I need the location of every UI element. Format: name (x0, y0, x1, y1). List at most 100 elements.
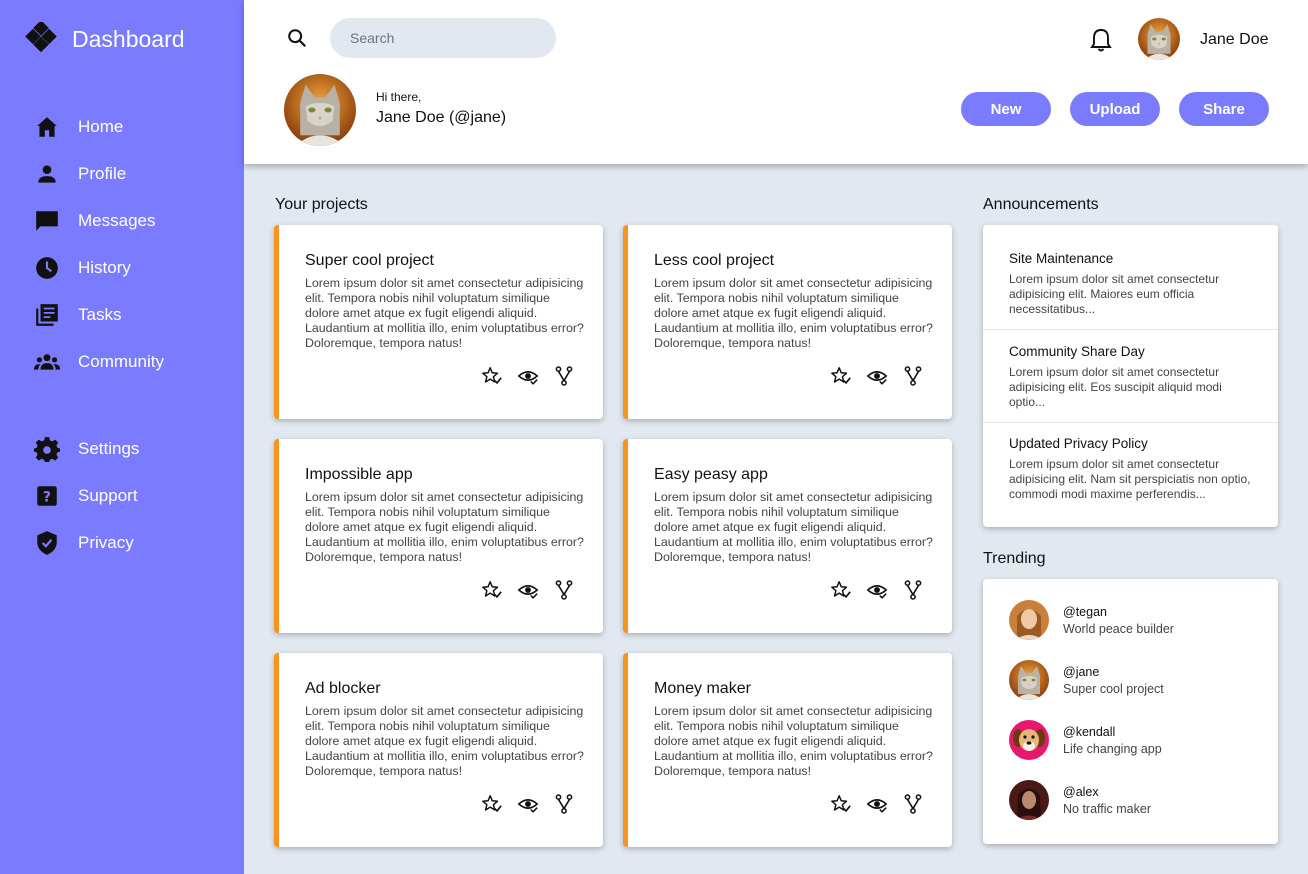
profile-name: Jane Doe (@jane) (376, 109, 507, 126)
fork-icon[interactable] (902, 365, 924, 387)
announcement-title: Community Share Day (1009, 344, 1145, 359)
star-check-icon[interactable] (481, 579, 503, 601)
avatar (1009, 720, 1049, 760)
trending-item[interactable]: @jane Super cool project (1009, 660, 1164, 700)
eye-check-icon[interactable] (866, 579, 888, 601)
fork-icon[interactable] (902, 793, 924, 815)
project-card[interactable]: Super cool project Lorem ipsum dolor sit… (274, 225, 603, 419)
announcement-item[interactable]: Community Share Day Lorem ipsum dolor si… (983, 344, 1278, 410)
announcement-title: Site Maintenance (1009, 251, 1114, 266)
avatar[interactable] (1138, 18, 1180, 60)
star-check-icon[interactable] (481, 365, 503, 387)
sidebar-item-label: Tasks (78, 305, 122, 324)
sidebar-item-support[interactable]: ? Support (34, 481, 138, 511)
search-input[interactable] (330, 18, 556, 58)
project-title: Impossible app (305, 466, 413, 483)
upload-button[interactable]: Upload (1070, 92, 1160, 126)
avatar (1009, 780, 1049, 820)
home-icon (37, 117, 57, 137)
greeting: Hi there, (376, 90, 422, 104)
sidebar-item-profile[interactable]: Profile (34, 159, 126, 189)
sidebar-item-tasks[interactable]: Tasks (34, 300, 121, 330)
eye-check-icon[interactable] (866, 793, 888, 815)
star-check-icon[interactable] (830, 579, 852, 601)
project-card[interactable]: Easy peasy app Lorem ipsum dolor sit ame… (623, 439, 952, 633)
trending-handle: @jane (1063, 664, 1100, 679)
sidebar-item-history[interactable]: History (34, 253, 131, 283)
fork-icon[interactable] (902, 579, 924, 601)
new-button[interactable]: New (961, 92, 1051, 126)
announcement-text: Lorem ipsum dolor sit amet consectetur a… (1009, 365, 1222, 409)
project-card[interactable]: Less cool project Lorem ipsum dolor sit … (623, 225, 952, 419)
project-card[interactable]: Money maker Lorem ipsum dolor sit amet c… (623, 653, 952, 847)
sidebar-item-label: Home (78, 117, 124, 136)
brand-title: Dashboard (72, 25, 185, 52)
eye-check-icon[interactable] (517, 579, 539, 601)
diamond-logo-icon (25, 22, 57, 53)
sidebar: Dashboard Home Profile Messages History … (0, 0, 244, 874)
sidebar-item-label: History (78, 258, 131, 277)
project-title: Super cool project (305, 252, 434, 269)
star-check-icon[interactable] (830, 365, 852, 387)
sidebar-item-label: Support (78, 486, 138, 505)
fork-icon[interactable] (553, 793, 575, 815)
project-title: Less cool project (654, 252, 775, 269)
trending-desc: Super cool project (1063, 681, 1164, 696)
sidebar-item-label: Messages (78, 211, 156, 230)
star-check-icon[interactable] (481, 793, 503, 815)
eye-check-icon[interactable] (866, 365, 888, 387)
group-icon (34, 354, 60, 370)
announcement-text: Lorem ipsum dolor sit amet consectetur a… (1009, 457, 1251, 501)
announcements-title: Announcements (983, 196, 1099, 213)
trending-desc: Life changing app (1063, 741, 1162, 756)
brand[interactable]: Dashboard (24, 22, 185, 56)
sidebar-item-settings[interactable]: Settings (34, 434, 139, 464)
announcement-item[interactable]: Updated Privacy Policy Lorem ipsum dolor… (983, 436, 1278, 502)
project-description: Lorem ipsum dolor sit amet consectetur a… (654, 276, 933, 350)
trending-desc: World peace builder (1063, 621, 1174, 636)
eye-check-icon[interactable] (517, 793, 539, 815)
sidebar-item-label: Settings (78, 439, 140, 458)
trending-item[interactable]: @tegan World peace builder (1009, 600, 1174, 640)
svg-text:?: ? (43, 489, 51, 505)
sidebar-item-privacy[interactable]: Privacy (34, 528, 134, 558)
project-card[interactable]: Ad blocker Lorem ipsum dolor sit amet co… (274, 653, 603, 847)
sidebar-item-messages[interactable]: Messages (34, 206, 155, 236)
sidebar-item-label: Community (78, 352, 164, 371)
sidebar-item-home[interactable]: Home (34, 112, 123, 142)
project-title: Easy peasy app (654, 466, 768, 483)
trending-item[interactable]: @alex No traffic maker (1009, 780, 1151, 820)
bell-icon[interactable] (1089, 27, 1113, 53)
divider (983, 422, 1278, 423)
trending-title: Trending (983, 550, 1046, 567)
shield-icon (37, 531, 57, 555)
share-button[interactable]: Share (1179, 92, 1269, 126)
eye-check-icon[interactable] (517, 365, 539, 387)
star-check-icon[interactable] (830, 793, 852, 815)
divider (983, 329, 1278, 330)
trending-item[interactable]: @kendall Life changing app (1009, 720, 1162, 760)
trending-handle: @alex (1063, 784, 1099, 799)
fork-icon[interactable] (553, 579, 575, 601)
project-card[interactable]: Impossible app Lorem ipsum dolor sit ame… (274, 439, 603, 633)
project-description: Lorem ipsum dolor sit amet consectetur a… (305, 704, 584, 778)
search-icon[interactable] (286, 27, 308, 49)
project-description: Lorem ipsum dolor sit amet consectetur a… (305, 276, 584, 350)
trending-panel: @tegan World peace builder @jane Super c… (983, 579, 1278, 844)
project-description: Lorem ipsum dolor sit amet consectetur a… (305, 490, 584, 564)
sidebar-item-community[interactable]: Community (34, 347, 164, 377)
announcement-item[interactable]: Site Maintenance Lorem ipsum dolor sit a… (983, 251, 1278, 317)
header: Jane Doe Hi there, Jane Doe (@jane) New … (244, 0, 1308, 164)
sidebar-item-label: Profile (78, 164, 127, 183)
projects-title: Your projects (275, 196, 368, 213)
project-description: Lorem ipsum dolor sit amet consectetur a… (654, 490, 933, 564)
help-icon: ? (37, 486, 57, 506)
announcements-panel: Site Maintenance Lorem ipsum dolor sit a… (983, 225, 1278, 527)
announcement-title: Updated Privacy Policy (1009, 436, 1148, 451)
list-icon (36, 304, 58, 326)
avatar (1009, 600, 1049, 640)
clock-icon (36, 257, 58, 279)
user-name[interactable]: Jane Doe (1200, 31, 1269, 49)
fork-icon[interactable] (553, 365, 575, 387)
trending-handle: @kendall (1063, 724, 1116, 739)
